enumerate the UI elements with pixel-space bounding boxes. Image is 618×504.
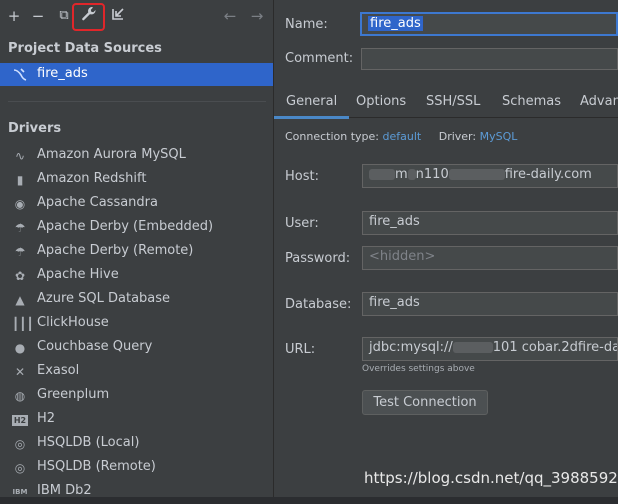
- redacted-mask: [448, 169, 505, 180]
- driver-link[interactable]: MySQL: [480, 130, 518, 143]
- import-icon[interactable]: [108, 6, 128, 26]
- host-field[interactable]: m n110 fire-daily.com: [362, 164, 618, 188]
- name-value: fire_ads: [368, 16, 423, 31]
- user-field[interactable]: fire_ads: [362, 211, 618, 235]
- driver-item[interactable]: ☂ Apache Derby (Embedded): [0, 216, 273, 240]
- tab-general[interactable]: General: [273, 94, 350, 119]
- driver-label: IBM Db2: [37, 483, 92, 498]
- driver-label: HSQLDB (Local): [37, 435, 140, 450]
- greenplum-icon: ◍: [14, 389, 26, 403]
- driver-label: ClickHouse: [37, 315, 109, 330]
- plus-icon[interactable]: +: [4, 6, 24, 26]
- database-label: Database:: [285, 297, 352, 312]
- url-text: 101: [492, 340, 518, 355]
- tab-ssh-ssl[interactable]: SSH/SSL: [426, 94, 480, 109]
- comment-field[interactable]: [361, 48, 618, 70]
- aurora-icon: ∿: [14, 149, 26, 163]
- driver-item[interactable]: ◎ HSQLDB (Local): [0, 432, 273, 456]
- driver-label: Amazon Redshift: [37, 171, 147, 186]
- database-field[interactable]: fire_ads: [362, 292, 618, 316]
- url-label: URL:: [285, 342, 316, 357]
- hsqldb-icon: ◎: [14, 437, 26, 451]
- driver-item[interactable]: IBM IBM Db2: [0, 480, 273, 504]
- url-field[interactable]: jdbc:mysql:// 101 cobar.2dfire-da: [362, 337, 618, 361]
- cassandra-icon: ◉: [14, 197, 26, 211]
- driver-item[interactable]: ┃┃┃ ClickHouse: [0, 312, 273, 336]
- azure-icon: ▲: [15, 293, 25, 307]
- exasol-icon: ✕: [14, 365, 26, 379]
- toolbar: + − ⧉ ← →: [0, 0, 273, 34]
- driver-item[interactable]: ◉ Apache Cassandra: [0, 192, 273, 216]
- driver-label: Apache Derby (Embedded): [37, 219, 214, 234]
- clickhouse-icon: ┃┃┃: [12, 317, 34, 331]
- test-connection-button[interactable]: Test Connection: [362, 390, 488, 415]
- connection-type-link[interactable]: default: [383, 130, 422, 143]
- driver-item[interactable]: H2 H2: [0, 408, 273, 432]
- driver-label: Greenplum: [37, 387, 110, 402]
- left-panel: + − ⧉ ← → Project Data Sources fire_ads …: [0, 0, 274, 498]
- driver-item[interactable]: ▮ Amazon Redshift: [0, 168, 273, 192]
- connection-type-row: Connection type: default Driver: MySQL: [285, 130, 517, 143]
- divider: [8, 101, 266, 102]
- redacted-mask: [369, 169, 395, 180]
- tab-schemas[interactable]: Schemas: [502, 94, 561, 109]
- driver-item[interactable]: ● Couchbase Query: [0, 336, 273, 360]
- driver-item[interactable]: ◎ HSQLDB (Remote): [0, 456, 273, 480]
- driver-item[interactable]: ✿ Apache Hive: [0, 264, 273, 288]
- host-text: n110: [415, 167, 449, 182]
- watermark: https://blog.csdn.net/qq_39885923: [364, 469, 618, 487]
- driver-label: Exasol: [37, 363, 80, 378]
- connection-type-label: Connection type:: [285, 130, 380, 143]
- host-label: Host:: [285, 169, 319, 184]
- driver-item[interactable]: ✕ Exasol: [0, 360, 273, 384]
- name-label: Name:: [285, 17, 328, 32]
- comment-label: Comment:: [285, 51, 354, 66]
- host-text: fire-daily.com: [504, 167, 592, 182]
- data-source-label: fire_ads: [37, 66, 88, 81]
- driver-label: Apache Hive: [37, 267, 119, 282]
- ibm-db2-icon: IBM: [12, 488, 28, 496]
- h2-icon: H2: [12, 415, 28, 426]
- wrench-icon[interactable]: [79, 6, 99, 26]
- tab-bar: General Options SSH/SSL Schemas Advanced: [273, 87, 618, 119]
- redacted-mask: [452, 342, 493, 353]
- forward-arrow-icon[interactable]: →: [247, 6, 267, 26]
- couchbase-icon: ●: [14, 341, 26, 355]
- driver-label: Apache Cassandra: [37, 195, 158, 210]
- password-label: Password:: [285, 251, 351, 266]
- url-text: jdbc:mysql://: [369, 340, 453, 355]
- url-hint: Overrides settings above: [362, 364, 475, 374]
- host-text: m: [395, 167, 408, 182]
- hsqldb-icon: ◎: [14, 461, 26, 475]
- minus-icon[interactable]: −: [28, 6, 48, 26]
- back-arrow-icon[interactable]: ←: [220, 6, 240, 26]
- derby-icon: ☂: [14, 221, 26, 235]
- driver-label: Azure SQL Database: [37, 291, 171, 306]
- tab-advanced[interactable]: Advanced: [580, 94, 618, 109]
- driver-label: Amazon Aurora MySQL: [37, 147, 186, 162]
- driver-item[interactable]: ∿ Amazon Aurora MySQL: [0, 144, 273, 168]
- driver-label: Apache Derby (Remote): [37, 243, 194, 258]
- drivers-header: Drivers: [8, 121, 62, 136]
- driver-label: HSQLDB (Remote): [37, 459, 156, 474]
- driver-label: Couchbase Query: [37, 339, 153, 354]
- copy-icon[interactable]: ⧉: [54, 6, 74, 26]
- name-field[interactable]: fire_ads: [360, 12, 618, 36]
- driver-label: H2: [37, 411, 56, 426]
- driver-item[interactable]: ▲ Azure SQL Database: [0, 288, 273, 312]
- redshift-icon: ▮: [16, 173, 24, 187]
- driver-label: Driver:: [438, 130, 477, 143]
- password-field[interactable]: <hidden>: [362, 246, 618, 270]
- driver-item[interactable]: ☂ Apache Derby (Remote): [0, 240, 273, 264]
- mysql-icon: [12, 66, 28, 86]
- data-source-item[interactable]: fire_ads: [0, 63, 273, 86]
- tab-options[interactable]: Options: [356, 94, 406, 109]
- url-text: cobar.2dfire-da: [521, 340, 618, 355]
- derby-icon: ☂: [14, 245, 26, 259]
- redacted-mask: [407, 169, 416, 180]
- hive-icon: ✿: [14, 269, 26, 283]
- driver-item[interactable]: ◍ Greenplum: [0, 384, 273, 408]
- user-label: User:: [285, 216, 319, 231]
- project-data-sources-header: Project Data Sources: [8, 41, 162, 56]
